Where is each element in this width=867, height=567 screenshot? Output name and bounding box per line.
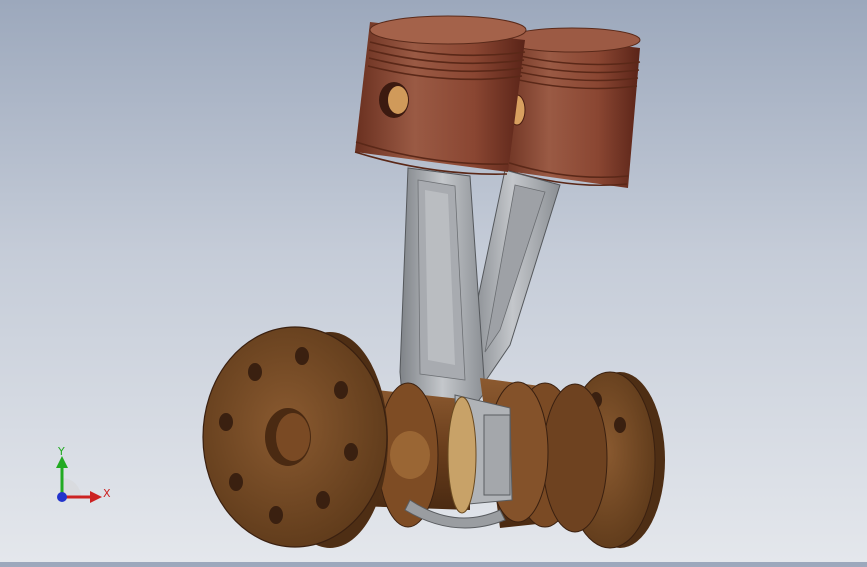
x-axis-arrow <box>90 491 102 503</box>
graphics-viewport[interactable]: Y X <box>0 0 867 562</box>
triad-x-label: X <box>103 487 111 500</box>
coordinate-triad: Y X <box>56 445 111 503</box>
piston-front[interactable] <box>354 15 527 175</box>
connecting-rod-front[interactable] <box>399 167 486 413</box>
triad-y-label: Y <box>57 445 65 458</box>
z-axis-dot <box>57 492 67 502</box>
